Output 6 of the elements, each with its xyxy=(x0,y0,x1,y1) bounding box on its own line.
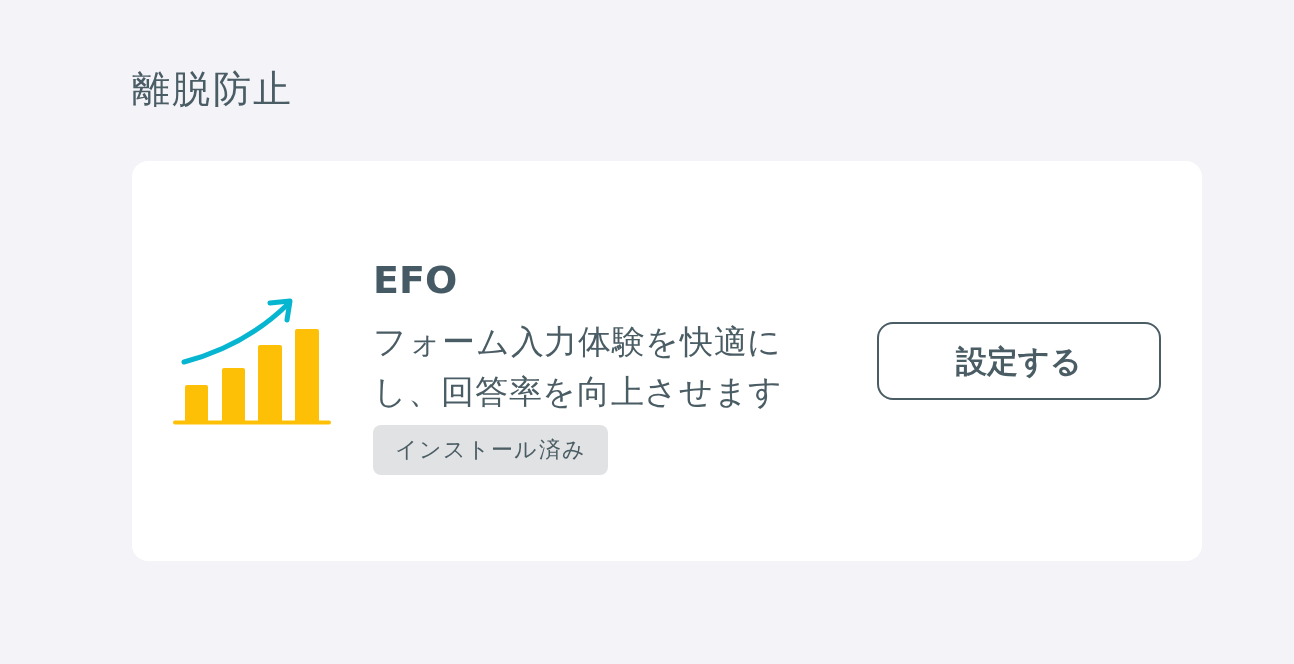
status-tag: インストール済み xyxy=(373,425,608,475)
section-title: 離脱防止 xyxy=(132,66,294,113)
bar-chart-icon xyxy=(173,297,331,425)
app-description: フォーム入力体験を快適にし、回答率を向上させます xyxy=(373,321,784,413)
app-name: EFO xyxy=(373,257,458,303)
settings-button[interactable]: 設定する xyxy=(877,322,1161,400)
